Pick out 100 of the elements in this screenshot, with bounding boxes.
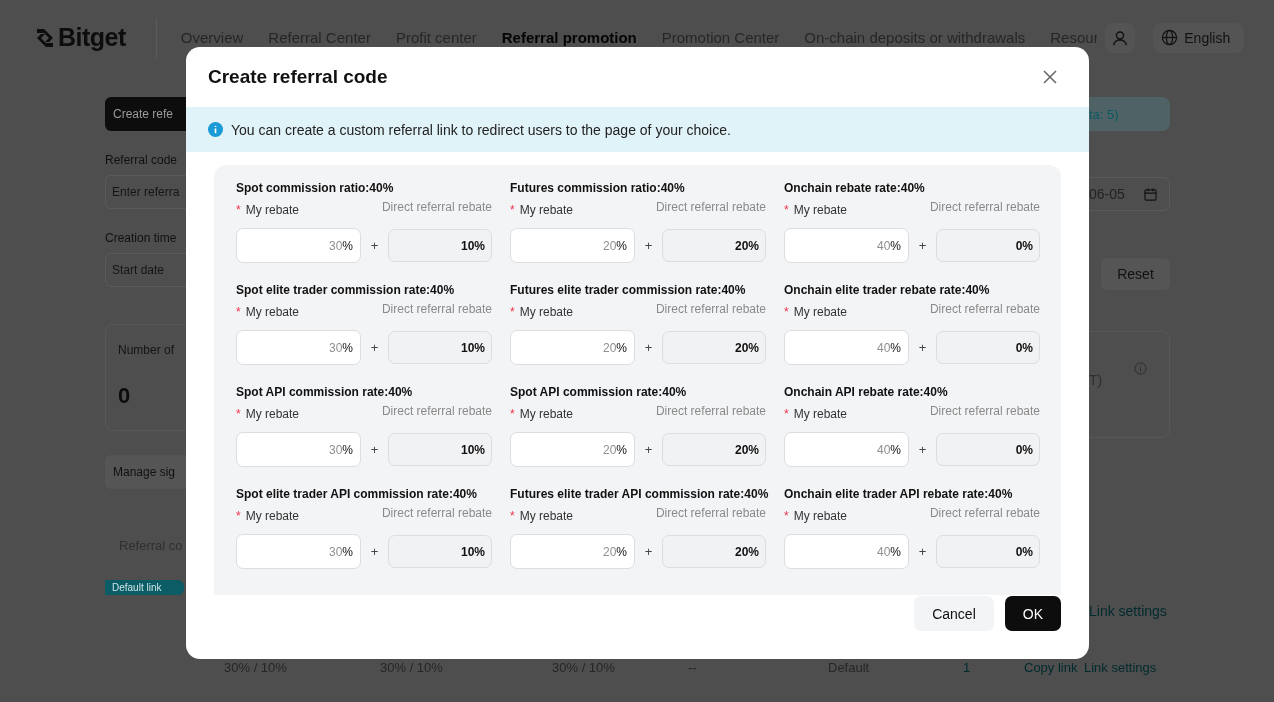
nav-link[interactable]: Referral promotion (501, 29, 637, 46)
plus-sign: + (369, 340, 380, 355)
section-title: Onchain rebate rate:40% (784, 180, 926, 196)
rebate-field[interactable]: 20% (510, 330, 635, 365)
default-link-tag: Default link (105, 580, 184, 595)
section-title: Spot API commission rate:40% (236, 384, 414, 400)
section-title: Onchain elite trader API rebate rate:40% (784, 486, 1014, 502)
field-label: * My rebate (510, 305, 574, 319)
field-label: Direct referral rebate (929, 404, 1040, 418)
plus-sign: + (369, 442, 380, 457)
section-title: Futures elite trader commission rate:40% (510, 282, 747, 298)
field-label: Direct referral rebate (381, 404, 492, 418)
direct-rebate-field: 10% (388, 433, 492, 466)
direct-rebate-field: 10% (388, 229, 492, 262)
field-label: Direct referral rebate (655, 200, 766, 214)
plus-sign: + (643, 544, 654, 559)
reset-button[interactable]: Reset (1101, 258, 1170, 290)
direct-rebate-field: 10% (388, 331, 492, 364)
field-label: * My rebate (236, 203, 300, 217)
link-settings-link[interactable]: Link settings (1084, 660, 1157, 675)
field-label: Direct referral rebate (381, 200, 492, 214)
logo-icon (35, 26, 55, 49)
direct-rebate-field: 0% (936, 331, 1040, 364)
field-label: * My rebate (510, 203, 574, 217)
user-button[interactable] (1105, 22, 1136, 53)
field-label: * My rebate (510, 407, 574, 421)
direct-rebate-field: 20% (662, 535, 766, 568)
plus-sign: + (917, 340, 928, 355)
dialog-title: Create referral code (208, 66, 388, 88)
plus-sign: + (917, 442, 928, 457)
section-title: Spot elite trader API commission rate:40% (236, 486, 478, 502)
notice-bar: ta: 5) (1089, 97, 1170, 131)
plus-sign: + (917, 238, 928, 253)
rebate-field[interactable]: 20% (510, 534, 635, 569)
field-label: * My rebate (784, 407, 848, 421)
manage-button[interactable]: Manage sig (105, 455, 186, 489)
direct-rebate-field: 0% (936, 229, 1040, 262)
copy-link[interactable]: Copy link (1024, 660, 1084, 675)
globe-icon (1161, 29, 1179, 46)
ok-button[interactable]: OK (1004, 596, 1061, 631)
create-button[interactable]: Create refe (105, 97, 186, 131)
field-label: Direct referral rebate (381, 506, 492, 520)
rebate-field[interactable]: 20% (510, 432, 635, 467)
info-icon (208, 122, 223, 137)
direct-rebate-field: 0% (936, 433, 1040, 466)
plus-sign: + (643, 238, 654, 253)
field-label: Direct referral rebate (929, 506, 1040, 520)
section-title: Futures commission ratio:40% (510, 180, 686, 196)
plus-sign: + (643, 340, 654, 355)
direct-rebate-field: 20% (662, 331, 766, 364)
direct-rebate-field: 0% (936, 535, 1040, 568)
link-settings-link[interactable]: Link settings (1089, 603, 1170, 619)
rebate-field[interactable]: 20% (510, 228, 635, 263)
rebate-field[interactable]: 30% (236, 330, 361, 365)
rebate-field[interactable]: 30% (236, 432, 361, 467)
rebate-field[interactable]: 40% (784, 228, 909, 263)
field-label: Referral code (105, 153, 179, 167)
stat-label: Number of (118, 343, 176, 357)
info-text: You can create a custom referral link to redirect users to the page of your choice. (231, 121, 731, 138)
field-label: Direct referral rebate (929, 302, 1040, 316)
field-label: * My rebate (784, 509, 848, 523)
field-label: * My rebate (236, 407, 300, 421)
table-cell-text: 1 (963, 660, 972, 675)
plus-sign: + (643, 442, 654, 457)
close-button[interactable] (1043, 70, 1057, 84)
plus-sign: + (369, 544, 380, 559)
field-label: * My rebate (236, 509, 300, 523)
section-title: Futures elite trader API commission rate:40% (510, 486, 766, 502)
rebate-field[interactable]: 40% (784, 330, 909, 365)
field-label: Direct referral rebate (655, 302, 766, 316)
rebate-field[interactable]: 30% (236, 228, 361, 263)
info-icon (1134, 362, 1147, 375)
calendar-icon (1144, 187, 1157, 201)
stat-value: 0 (118, 383, 132, 409)
rebate-field[interactable]: 40% (784, 534, 909, 569)
cancel-button[interactable]: Cancel (914, 596, 994, 631)
field-label: * My rebate (236, 305, 300, 319)
field-label: Direct referral rebate (655, 404, 766, 418)
direct-rebate-field: 20% (662, 229, 766, 262)
field-label: Direct referral rebate (929, 200, 1040, 214)
user-icon (1112, 29, 1129, 46)
rebate-field[interactable]: 30% (236, 534, 361, 569)
field-label: Creation time (105, 231, 178, 245)
field-label: * My rebate (510, 509, 574, 523)
plus-sign: + (917, 544, 928, 559)
direct-rebate-field: 10% (388, 535, 492, 568)
direct-rebate-field: 20% (662, 433, 766, 466)
rebate-field[interactable]: 40% (784, 432, 909, 467)
section-title: Onchain elite trader rebate rate:40% (784, 282, 991, 298)
language-button[interactable]: English (1153, 22, 1245, 53)
section-title: Spot commission ratio:40% (236, 180, 395, 196)
section-title: Onchain API rebate rate:40% (784, 384, 949, 400)
section-title: Spot API commission rate:40% (510, 384, 688, 400)
field-label: * My rebate (784, 203, 848, 217)
logo-text: Bitget (58, 23, 126, 52)
field-label: Direct referral rebate (381, 302, 492, 316)
table-cell-text: -- (688, 660, 698, 675)
plus-sign: + (369, 238, 380, 253)
field-label: Direct referral rebate (655, 506, 766, 520)
field-label: * My rebate (784, 305, 848, 319)
